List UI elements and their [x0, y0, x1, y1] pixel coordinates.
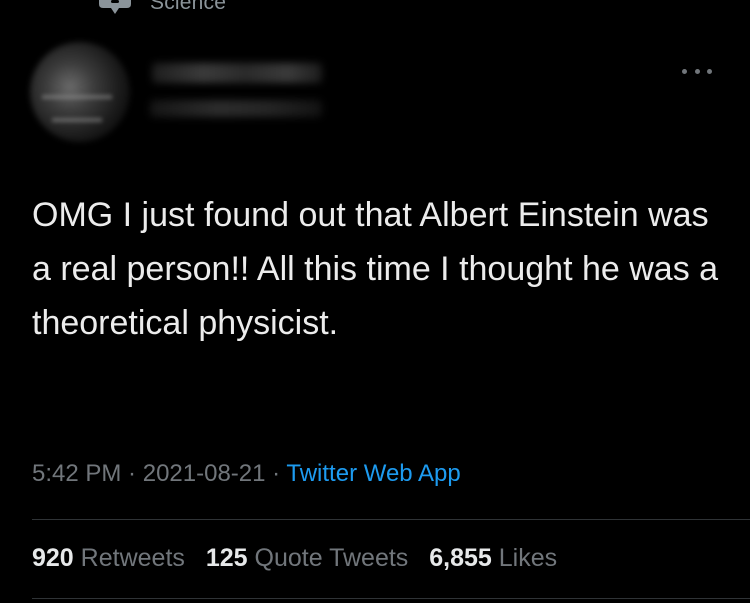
- author-handle-redacted[interactable]: [150, 100, 322, 117]
- quote-tweets-count: 125: [205, 544, 248, 572]
- avatar-detail: [42, 95, 112, 99]
- likes-label: Likes: [498, 544, 558, 572]
- quote-tweets-stat[interactable]: 125 Quote Tweets: [206, 544, 408, 572]
- tweet-meta: 5:42 PM · 2021-08-21 · Twitter Web App: [32, 460, 461, 488]
- avatar[interactable]: [30, 42, 130, 142]
- tweet-stats: 920 Retweets 125 Quote Tweets 6,855 Like…: [32, 544, 571, 573]
- meta-separator: ·: [265, 460, 287, 487]
- retweets-count: 920: [32, 544, 74, 572]
- author-name-redacted[interactable]: [152, 63, 322, 83]
- tweet-time[interactable]: 5:42 PM: [32, 460, 121, 487]
- retweets-stat[interactable]: 920 Retweets: [32, 544, 185, 572]
- retweets-label: Retweets: [80, 544, 185, 572]
- avatar-detail: [52, 118, 102, 122]
- tweet-date[interactable]: 2021-08-21: [143, 460, 266, 487]
- divider: [32, 519, 750, 520]
- tweet-source-link[interactable]: Twitter Web App: [286, 460, 460, 487]
- topic-header[interactable]: Science: [98, 0, 226, 18]
- topic-label: Science: [150, 0, 227, 14]
- more-horizontal-icon: [694, 68, 700, 74]
- more-horizontal-icon: [682, 68, 687, 74]
- quote-tweets-label: Quote Tweets: [254, 544, 409, 572]
- topic-icon: [99, 0, 131, 14]
- more-options-button[interactable]: [682, 62, 712, 80]
- tweet-text: OMG I just found out that Albert Einstei…: [32, 196, 719, 342]
- meta-separator: ·: [121, 460, 143, 487]
- likes-count: 6,855: [429, 544, 492, 572]
- more-horizontal-icon: [707, 68, 712, 74]
- divider: [32, 598, 750, 599]
- likes-stat[interactable]: 6,855 Likes: [429, 544, 557, 572]
